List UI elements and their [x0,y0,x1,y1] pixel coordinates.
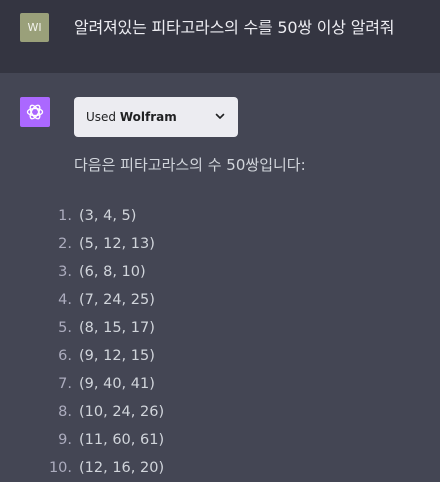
list-item-number: 10. [48,460,72,476]
list-item: 3. (6, 8, 10) [48,258,164,286]
plugin-label: Used Wolfram [86,110,177,124]
list-item: 9. (11, 60, 61) [48,426,164,454]
list-item-text: (7, 24, 25) [79,292,155,308]
list-item-text: (12, 16, 20) [79,460,165,476]
list-item: 10. (12, 16, 20) [48,454,164,482]
chevron-down-icon [214,110,226,125]
list-item-number: 1. [58,208,72,224]
list-item-number: 9. [58,432,72,448]
list-item-text: (8, 15, 17) [79,320,155,336]
list-item-number: 4. [58,292,72,308]
list-item-text: (6, 8, 10) [79,264,146,280]
list-item: 2. (5, 12, 13) [48,230,164,258]
pythagorean-triples-list: 1. (3, 4, 5) 2. (5, 12, 13) 3. (6, 8, 10) 4. (7… [48,202,164,482]
used-plugin-dropdown[interactable]: Used Wolfram [74,97,238,137]
user-avatar: WI [20,13,49,42]
plugin-name: Wolfram [119,110,177,124]
list-item: 1. (3, 4, 5) [48,202,164,230]
list-item-text: (3, 4, 5) [79,208,137,224]
list-item: 5. (8, 15, 17) [48,314,164,342]
list-item-text: (9, 12, 15) [79,348,155,364]
list-item-text: (5, 12, 13) [79,236,155,252]
list-item-text: (11, 60, 61) [79,432,165,448]
list-item-number: 8. [58,404,72,420]
list-item: 8. (10, 24, 26) [48,398,164,426]
list-item: 7. (9, 40, 41) [48,370,164,398]
list-item: 6. (9, 12, 15) [48,342,164,370]
list-item-text: (9, 40, 41) [79,376,155,392]
list-item-number: 5. [58,320,72,336]
list-item: 4. (7, 24, 25) [48,286,164,314]
list-item-text: (10, 24, 26) [79,404,165,420]
list-item-number: 6. [58,348,72,364]
list-item-number: 2. [58,236,72,252]
user-message-text: 알려져있는 피타고라스의 수를 50쌍 이상 알려줘 [74,18,395,37]
assistant-message-row: Used Wolfram 다음은 피타고라스의 수 50쌍입니다: 1. (3, … [0,73,440,482]
list-item-number: 3. [58,264,72,280]
openai-logo-icon [20,97,50,127]
assistant-intro-text: 다음은 피타고라스의 수 50쌍입니다: [74,156,306,174]
list-item-number: 7. [58,376,72,392]
user-message-row: WI 알려져있는 피타고라스의 수를 50쌍 이상 알려줘 [0,0,440,73]
